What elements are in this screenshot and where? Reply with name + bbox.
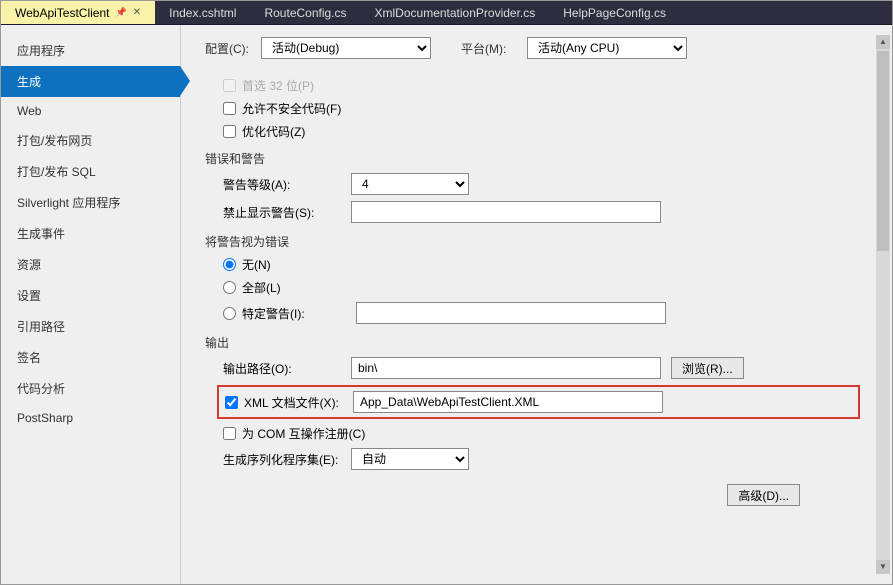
config-row: 配置(C): 活动(Debug) 平台(M): 活动(Any CPU) <box>205 37 860 59</box>
scroll-up-icon[interactable]: ▲ <box>876 35 890 49</box>
xml-doc-highlight: XML 文档文件(X): <box>217 385 860 419</box>
treat-specific-radio[interactable]: 特定警告(I): <box>223 302 860 324</box>
tab-webapitestclient[interactable]: WebApiTestClient 📌 ✕ <box>1 1 155 24</box>
optimize-code-checkbox[interactable]: 优化代码(Z) <box>223 123 860 140</box>
output-path-input[interactable] <box>351 357 661 379</box>
checkbox-label: 为 COM 互操作注册(C) <box>242 425 365 442</box>
warning-level-field: 警告等级(A): 4 <box>223 173 860 195</box>
radio-input[interactable] <box>223 258 236 271</box>
sidebar-item-postsharp[interactable]: PostSharp <box>1 404 180 432</box>
radio-label: 特定警告(I): <box>242 305 350 322</box>
errors-warnings-header: 错误和警告 <box>205 150 860 167</box>
allow-unsafe-checkbox[interactable]: 允许不安全代码(F) <box>223 100 860 117</box>
treat-all-radio[interactable]: 全部(L) <box>223 279 860 296</box>
tab-routeconfig[interactable]: RouteConfig.cs <box>250 1 360 24</box>
radio-label: 无(N) <box>242 256 271 273</box>
scroll-thumb[interactable] <box>877 51 889 251</box>
output-path-field: 输出路径(O): 浏览(R)... <box>223 357 860 379</box>
platform-select[interactable]: 活动(Any CPU) <box>527 37 687 59</box>
sidebar-item-application[interactable]: 应用程序 <box>1 35 180 66</box>
radio-label: 全部(L) <box>242 279 281 296</box>
warning-level-select[interactable]: 4 <box>351 173 469 195</box>
serialization-field: 生成序列化程序集(E): 自动 <box>223 448 860 470</box>
checkbox-input[interactable] <box>223 427 236 440</box>
tab-label: Index.cshtml <box>169 6 236 20</box>
scroll-down-icon[interactable]: ▼ <box>876 560 890 574</box>
checkbox-input <box>223 79 236 92</box>
xml-doc-label: XML 文档文件(X): <box>244 394 339 411</box>
output-header: 输出 <box>205 334 860 351</box>
xml-doc-checkbox[interactable] <box>225 396 238 409</box>
treat-none-radio[interactable]: 无(N) <box>223 256 860 273</box>
sidebar-item-settings[interactable]: 设置 <box>1 280 180 311</box>
browse-button[interactable]: 浏览(R)... <box>671 357 744 379</box>
tab-index[interactable]: Index.cshtml <box>155 1 250 24</box>
prefer-32bit-checkbox: 首选 32 位(P) <box>223 77 860 94</box>
build-panel: 配置(C): 活动(Debug) 平台(M): 活动(Any CPU) 首选 3… <box>181 25 892 584</box>
specific-warnings-input[interactable] <box>356 302 666 324</box>
sidebar-item-web[interactable]: Web <box>1 97 180 125</box>
sidebar-item-build[interactable]: 生成 <box>1 66 180 97</box>
sidebar-item-reference-paths[interactable]: 引用路径 <box>1 311 180 342</box>
tab-helppageconfig[interactable]: HelpPageConfig.cs <box>549 1 680 24</box>
platform-label: 平台(M): <box>461 40 527 57</box>
serialization-label: 生成序列化程序集(E): <box>223 451 351 468</box>
xml-doc-input[interactable] <box>353 391 663 413</box>
config-select[interactable]: 活动(Debug) <box>261 37 431 59</box>
treat-warnings-header: 将警告视为错误 <box>205 233 860 250</box>
checkbox-label: 优化代码(Z) <box>242 123 305 140</box>
serialization-select[interactable]: 自动 <box>351 448 469 470</box>
editor-tab-bar: WebApiTestClient 📌 ✕ Index.cshtml RouteC… <box>1 1 892 25</box>
radio-input[interactable] <box>223 307 236 320</box>
sidebar-item-package-web[interactable]: 打包/发布网页 <box>1 125 180 156</box>
sidebar-item-silverlight[interactable]: Silverlight 应用程序 <box>1 187 180 218</box>
suppress-input[interactable] <box>351 201 661 223</box>
suppress-warnings-field: 禁止显示警告(S): <box>223 201 860 223</box>
sidebar-item-resources[interactable]: 资源 <box>1 249 180 280</box>
sidebar-item-package-sql[interactable]: 打包/发布 SQL <box>1 156 180 187</box>
radio-input[interactable] <box>223 281 236 294</box>
advanced-button[interactable]: 高级(D)... <box>727 484 800 506</box>
close-icon[interactable]: ✕ <box>133 7 141 18</box>
tab-label: HelpPageConfig.cs <box>563 6 666 20</box>
pin-icon[interactable]: 📌 <box>116 7 127 18</box>
config-label: 配置(C): <box>205 40 261 57</box>
tab-xmldocprovider[interactable]: XmlDocumentationProvider.cs <box>361 1 550 24</box>
sidebar-item-signing[interactable]: 签名 <box>1 342 180 373</box>
warning-level-label: 警告等级(A): <box>223 176 351 193</box>
checkbox-input[interactable] <box>223 102 236 115</box>
vertical-scrollbar[interactable]: ▲ ▼ <box>876 35 890 574</box>
checkbox-input[interactable] <box>223 125 236 138</box>
tab-label: WebApiTestClient <box>15 6 110 20</box>
com-interop-checkbox[interactable]: 为 COM 互操作注册(C) <box>223 425 860 442</box>
checkbox-label: 首选 32 位(P) <box>242 77 314 94</box>
sidebar-item-build-events[interactable]: 生成事件 <box>1 218 180 249</box>
sidebar-item-code-analysis[interactable]: 代码分析 <box>1 373 180 404</box>
property-sidebar: 应用程序 生成 Web 打包/发布网页 打包/发布 SQL Silverligh… <box>1 25 181 584</box>
output-path-label: 输出路径(O): <box>223 360 351 377</box>
content-area: 应用程序 生成 Web 打包/发布网页 打包/发布 SQL Silverligh… <box>1 25 892 584</box>
suppress-label: 禁止显示警告(S): <box>223 204 351 221</box>
checkbox-label: 允许不安全代码(F) <box>242 100 341 117</box>
tab-label: XmlDocumentationProvider.cs <box>375 6 536 20</box>
tab-label: RouteConfig.cs <box>264 6 346 20</box>
